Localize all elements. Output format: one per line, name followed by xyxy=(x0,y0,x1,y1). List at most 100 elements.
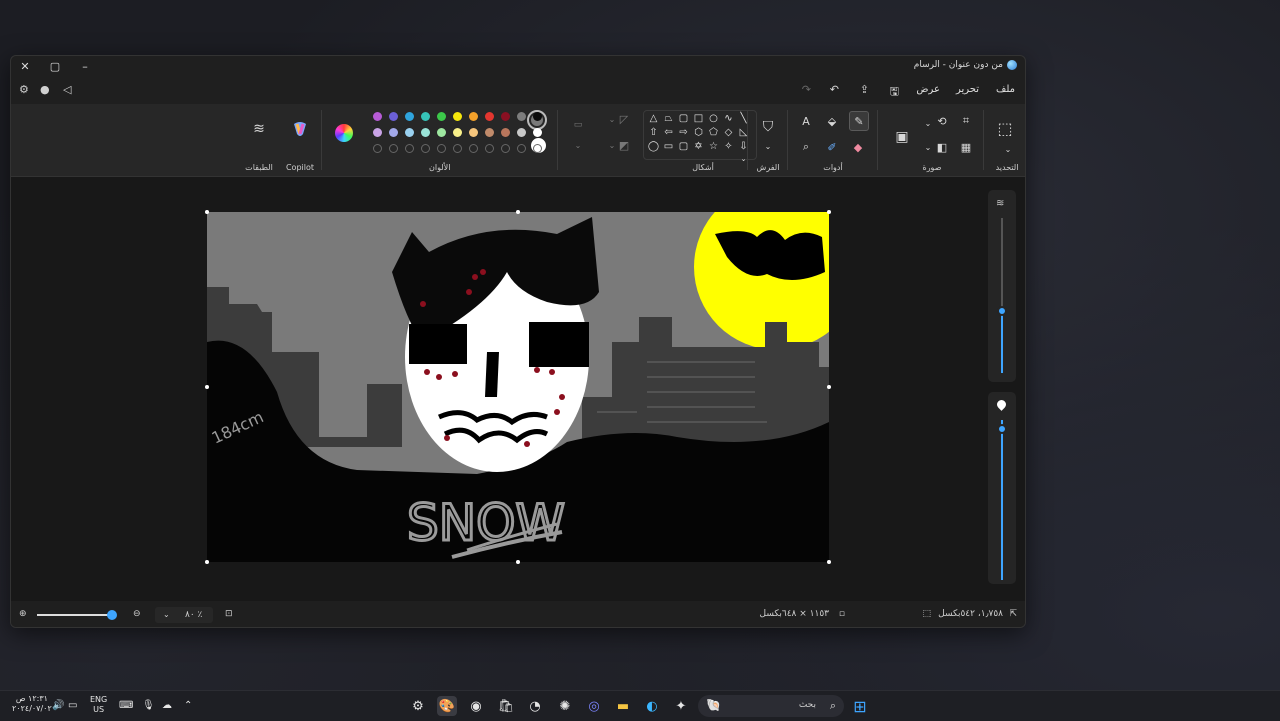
custom-color-slot[interactable] xyxy=(453,144,462,153)
custom-color-slot[interactable] xyxy=(421,144,430,153)
undo-icon[interactable]: ↶ xyxy=(830,83,839,96)
color-swatch[interactable] xyxy=(501,112,510,121)
curve-shape-icon[interactable]: ∿ xyxy=(722,112,735,125)
color-swatch[interactable] xyxy=(453,128,462,137)
color-swatch[interactable] xyxy=(517,128,526,137)
resize-handle[interactable] xyxy=(205,385,209,389)
redo-icon[interactable]: ↷ xyxy=(802,83,811,96)
star-five-shape-icon[interactable]: ☆ xyxy=(707,140,720,153)
custom-color-slot[interactable] xyxy=(485,144,494,153)
image-select-icon[interactable]: ▣ xyxy=(891,126,913,148)
line-shape-icon[interactable]: ╲ xyxy=(737,112,750,125)
color-swatch[interactable] xyxy=(421,112,430,121)
color-swatch[interactable] xyxy=(469,112,478,121)
up-arrow-shape-icon[interactable]: ⇧ xyxy=(647,126,660,139)
color-swatch[interactable] xyxy=(485,128,494,137)
save-icon[interactable]: 🖫 xyxy=(890,83,899,102)
rounded-rect-shape-icon[interactable]: ▢ xyxy=(677,112,690,125)
microphone-icon[interactable]: 🎙 xyxy=(142,700,155,711)
chevron-down-icon[interactable]: ⌄ xyxy=(999,140,1017,158)
settings-app-icon[interactable]: ⚙ xyxy=(408,696,428,716)
resize-handle[interactable] xyxy=(827,210,831,214)
network-icon[interactable]: ▭ xyxy=(68,700,77,711)
color-swatch[interactable] xyxy=(533,128,542,137)
paint-taskbar-icon[interactable]: 🎨 xyxy=(437,696,457,716)
file-explorer-icon[interactable]: ▬ xyxy=(613,696,633,716)
fit-to-window-icon[interactable]: ⊡ xyxy=(225,609,233,619)
color-swatch[interactable] xyxy=(373,112,382,121)
color-swatch[interactable] xyxy=(501,128,510,137)
custom-color-slot[interactable] xyxy=(437,144,446,153)
discord-icon[interactable]: ◎ xyxy=(584,696,604,716)
color-swatch[interactable] xyxy=(389,128,398,137)
text-icon[interactable]: A xyxy=(797,112,815,130)
color-swatch[interactable] xyxy=(373,128,382,137)
pentagon-shape-icon[interactable]: ⬠ xyxy=(707,126,720,139)
account-icon[interactable]: ● xyxy=(40,83,50,96)
language-indicator[interactable]: ENG US xyxy=(90,695,107,715)
star-six-shape-icon[interactable]: ✡ xyxy=(692,140,705,153)
cloud-sync-icon[interactable]: ☁ xyxy=(162,700,172,711)
color-swatch[interactable] xyxy=(453,112,462,121)
diamond-shape-icon[interactable]: ◇ xyxy=(722,126,735,139)
ellipse-shape-icon[interactable]: ○ xyxy=(707,112,720,125)
rectangle-shape-icon[interactable]: □ xyxy=(692,112,705,125)
color-swatch[interactable] xyxy=(437,128,446,137)
chevron-up-icon[interactable]: ⌃ xyxy=(184,700,192,711)
shape-outline-icon[interactable]: ◸ xyxy=(615,110,633,128)
feedback-icon[interactable]: ◁ xyxy=(63,83,71,96)
menu-edit[interactable]: تحرير xyxy=(956,84,979,95)
fill-bucket-icon[interactable]: ⬙ xyxy=(823,112,841,130)
start-button[interactable]: ⊞ xyxy=(850,696,870,716)
color-swatch[interactable] xyxy=(389,112,398,121)
zoom-dropdown[interactable]: ⌄ ٨٠ ٪ xyxy=(155,607,213,623)
resize-handle[interactable] xyxy=(827,385,831,389)
crop-icon[interactable]: ⌗ xyxy=(957,112,975,130)
flip-icon[interactable]: ◧ xyxy=(933,138,951,156)
color-swatch[interactable] xyxy=(533,112,542,121)
custom-color-slot[interactable] xyxy=(389,144,398,153)
resize-handle[interactable] xyxy=(516,210,520,214)
zoom-slider[interactable] xyxy=(107,610,117,620)
chrome-icon[interactable]: ◉ xyxy=(466,696,486,716)
custom-color-slot[interactable] xyxy=(373,144,382,153)
copilot-icon[interactable] xyxy=(289,118,311,140)
resize-handle[interactable] xyxy=(827,560,831,564)
settings-icon[interactable]: ⚙ xyxy=(19,83,29,96)
resize-handle[interactable] xyxy=(205,210,209,214)
opacity-slider[interactable] xyxy=(997,424,1007,434)
rotate-icon[interactable]: ⟲ xyxy=(933,112,951,130)
layers-icon[interactable]: ≋ xyxy=(250,120,268,138)
custom-color-slot[interactable] xyxy=(517,144,526,153)
taskbar-search[interactable]: 🐚 بحث ⌕ xyxy=(698,695,844,717)
color-swatch[interactable] xyxy=(517,112,526,121)
left-arrow-shape-icon[interactable]: ⇦ xyxy=(662,126,675,139)
eraser-icon[interactable]: ◆ xyxy=(849,138,867,156)
outline-icon[interactable]: ▭ xyxy=(569,116,587,134)
drawing-canvas[interactable]: SNOW 184cm xyxy=(207,212,829,562)
color-wheel-icon[interactable] xyxy=(335,124,353,142)
color-picker-icon[interactable]: ✐ xyxy=(823,138,841,156)
photos-icon[interactable]: ◔ xyxy=(525,696,545,716)
minimize-button[interactable]: – xyxy=(71,58,99,74)
zoom-in-icon[interactable]: ⊕ xyxy=(19,609,27,619)
chevron-down-icon[interactable]: ⌄ xyxy=(569,136,587,154)
clock[interactable]: ١٢:٣١ ص ٢٠٢٤/٠٧/٠٢ xyxy=(12,694,52,714)
maximize-button[interactable]: ▢ xyxy=(41,58,69,74)
volume-icon[interactable]: 🔊 xyxy=(52,700,64,711)
color-swatch[interactable] xyxy=(405,128,414,137)
custom-color-slot[interactable] xyxy=(469,144,478,153)
magnifier-icon[interactable]: ⌕ xyxy=(797,138,815,156)
cloud-shape-icon[interactable]: ▢ xyxy=(677,140,690,153)
custom-color-slot[interactable] xyxy=(405,144,414,153)
gear-app-icon[interactable]: ✺ xyxy=(555,696,575,716)
shape-fill-icon[interactable]: ◩ xyxy=(615,136,633,154)
right-triangle-shape-icon[interactable]: ◺ xyxy=(737,126,750,139)
custom-color-slot[interactable] xyxy=(533,144,542,153)
resize-handle[interactable] xyxy=(205,560,209,564)
color-swatch[interactable] xyxy=(437,112,446,121)
zoom-out-icon[interactable]: ⊖ xyxy=(133,609,141,619)
menu-view[interactable]: عرض xyxy=(916,84,940,95)
close-button[interactable]: ✕ xyxy=(11,58,39,74)
color-swatch[interactable] xyxy=(405,112,414,121)
